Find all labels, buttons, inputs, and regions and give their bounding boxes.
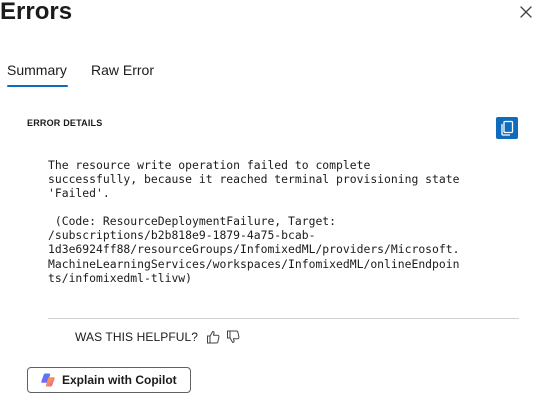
selected-tab-indicator	[7, 85, 68, 87]
feedback-row: WAS THIS HELPFUL?	[75, 328, 241, 346]
thumbs-down-button[interactable]	[225, 329, 241, 345]
close-icon	[520, 6, 532, 18]
divider	[48, 318, 519, 319]
thumbs-down-icon	[227, 330, 240, 343]
error-message: The resource write operation failed to c…	[48, 158, 460, 201]
thumbs-up-icon	[207, 331, 220, 344]
errors-panel: Errors Summary Raw Error ERROR DETAILS T…	[0, 0, 543, 400]
error-details-heading: ERROR DETAILS	[27, 118, 103, 128]
copilot-icon	[40, 372, 56, 388]
tab-raw-error[interactable]: Raw Error	[91, 58, 154, 82]
explain-with-copilot-button[interactable]: Explain with Copilot	[27, 367, 191, 393]
copy-icon	[501, 120, 514, 136]
tab-summary[interactable]: Summary	[7, 58, 67, 82]
copy-button[interactable]	[496, 117, 518, 139]
thumbs-up-button[interactable]	[205, 329, 221, 345]
error-details-body: The resource write operation failed to c…	[48, 158, 523, 285]
error-code-detail: (Code: ResourceDeploymentFailure, Target…	[48, 214, 460, 285]
feedback-label: WAS THIS HELPFUL?	[75, 330, 199, 344]
copilot-button-label: Explain with Copilot	[62, 373, 177, 387]
close-button[interactable]	[516, 2, 536, 22]
tab-bar: Summary Raw Error	[0, 58, 543, 92]
panel-title: Errors	[0, 0, 73, 25]
